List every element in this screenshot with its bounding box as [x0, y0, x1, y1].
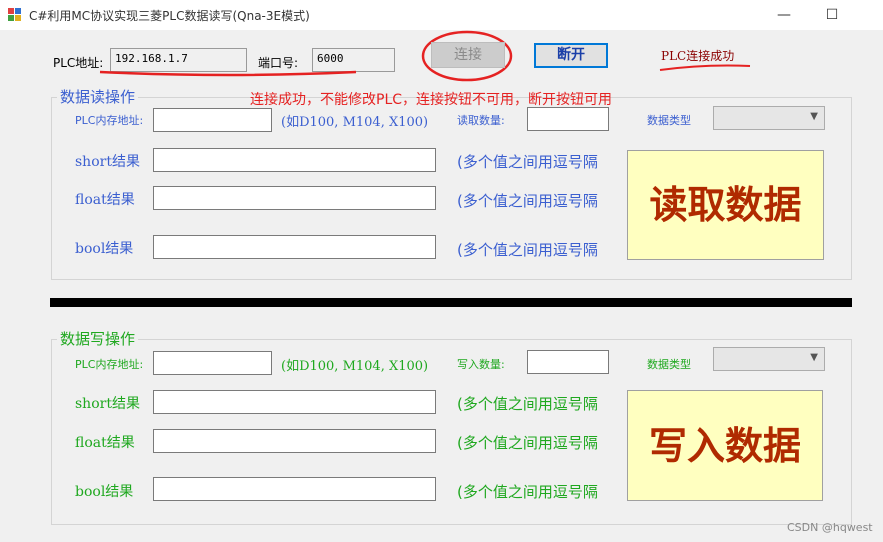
read-float-hint: (多个值之间用逗号隔	[457, 192, 598, 210]
chevron-down-icon: ▼	[810, 352, 818, 363]
chevron-down-icon: ▼	[810, 111, 818, 122]
read-float-label: float结果	[75, 192, 135, 208]
connection-status-text: PLC连接成功	[661, 49, 735, 63]
read-bool-label: bool结果	[75, 241, 134, 257]
write-bool-hint: (多个值之间用逗号隔	[457, 483, 598, 501]
write-float-input[interactable]	[153, 429, 436, 453]
read-count-label: 读取数量:	[457, 114, 505, 127]
maximize-icon[interactable]: ☐	[821, 4, 843, 26]
read-count-input[interactable]	[527, 107, 609, 131]
connect-button[interactable]: 连接	[431, 42, 505, 68]
read-bool-hint: (多个值之间用逗号隔	[457, 241, 598, 259]
read-short-input[interactable]	[153, 148, 436, 172]
write-short-input[interactable]	[153, 390, 436, 414]
read-short-label: short结果	[75, 154, 140, 170]
title-bar: C#利用MC协议实现三菱PLC数据读写(Qna-3E模式) — ☐	[0, 0, 883, 30]
watermark: CSDN @hqwest	[787, 521, 873, 534]
read-mem-addr-hint: (如D100, M104, X100)	[281, 115, 429, 130]
disconnect-button[interactable]: 断开	[534, 43, 608, 68]
annotation-text: 连接成功，不能修改PLC，连接按钮不可用，断开按钮可用	[250, 92, 613, 108]
read-data-button[interactable]: 读取数据	[627, 150, 824, 260]
read-type-select[interactable]: ▼	[713, 106, 825, 130]
write-mem-addr-input[interactable]	[153, 351, 272, 375]
read-mem-addr-input[interactable]	[153, 108, 272, 132]
write-mem-addr-hint: (如D100, M104, X100)	[281, 359, 429, 374]
write-bool-input[interactable]	[153, 477, 436, 501]
write-count-label: 写入数量:	[457, 358, 505, 371]
write-data-button[interactable]: 写入数据	[627, 390, 823, 501]
write-float-label: float结果	[75, 435, 135, 451]
app-window-icon[interactable]	[8, 8, 22, 22]
write-type-select[interactable]: ▼	[713, 347, 825, 371]
write-bool-label: bool结果	[75, 484, 134, 500]
window-title: C#利用MC协议实现三菱PLC数据读写(Qna-3E模式)	[29, 9, 310, 23]
write-short-label: short结果	[75, 396, 140, 412]
write-float-hint: (多个值之间用逗号隔	[457, 434, 598, 452]
write-short-hint: (多个值之间用逗号隔	[457, 395, 598, 413]
read-mem-addr-label: PLC内存地址:	[75, 114, 144, 127]
read-bool-input[interactable]	[153, 235, 436, 259]
write-type-label: 数据类型	[647, 358, 691, 371]
write-mem-addr-label: PLC内存地址:	[75, 358, 144, 371]
read-type-label: 数据类型	[647, 114, 691, 127]
read-group-legend: 数据读操作	[57, 86, 139, 107]
minimize-icon[interactable]: —	[773, 4, 795, 26]
write-group-legend: 数据写操作	[57, 328, 139, 349]
write-count-input[interactable]	[527, 350, 609, 374]
section-divider	[50, 298, 852, 307]
read-float-input[interactable]	[153, 186, 436, 210]
read-short-hint: (多个值之间用逗号隔	[457, 153, 598, 171]
